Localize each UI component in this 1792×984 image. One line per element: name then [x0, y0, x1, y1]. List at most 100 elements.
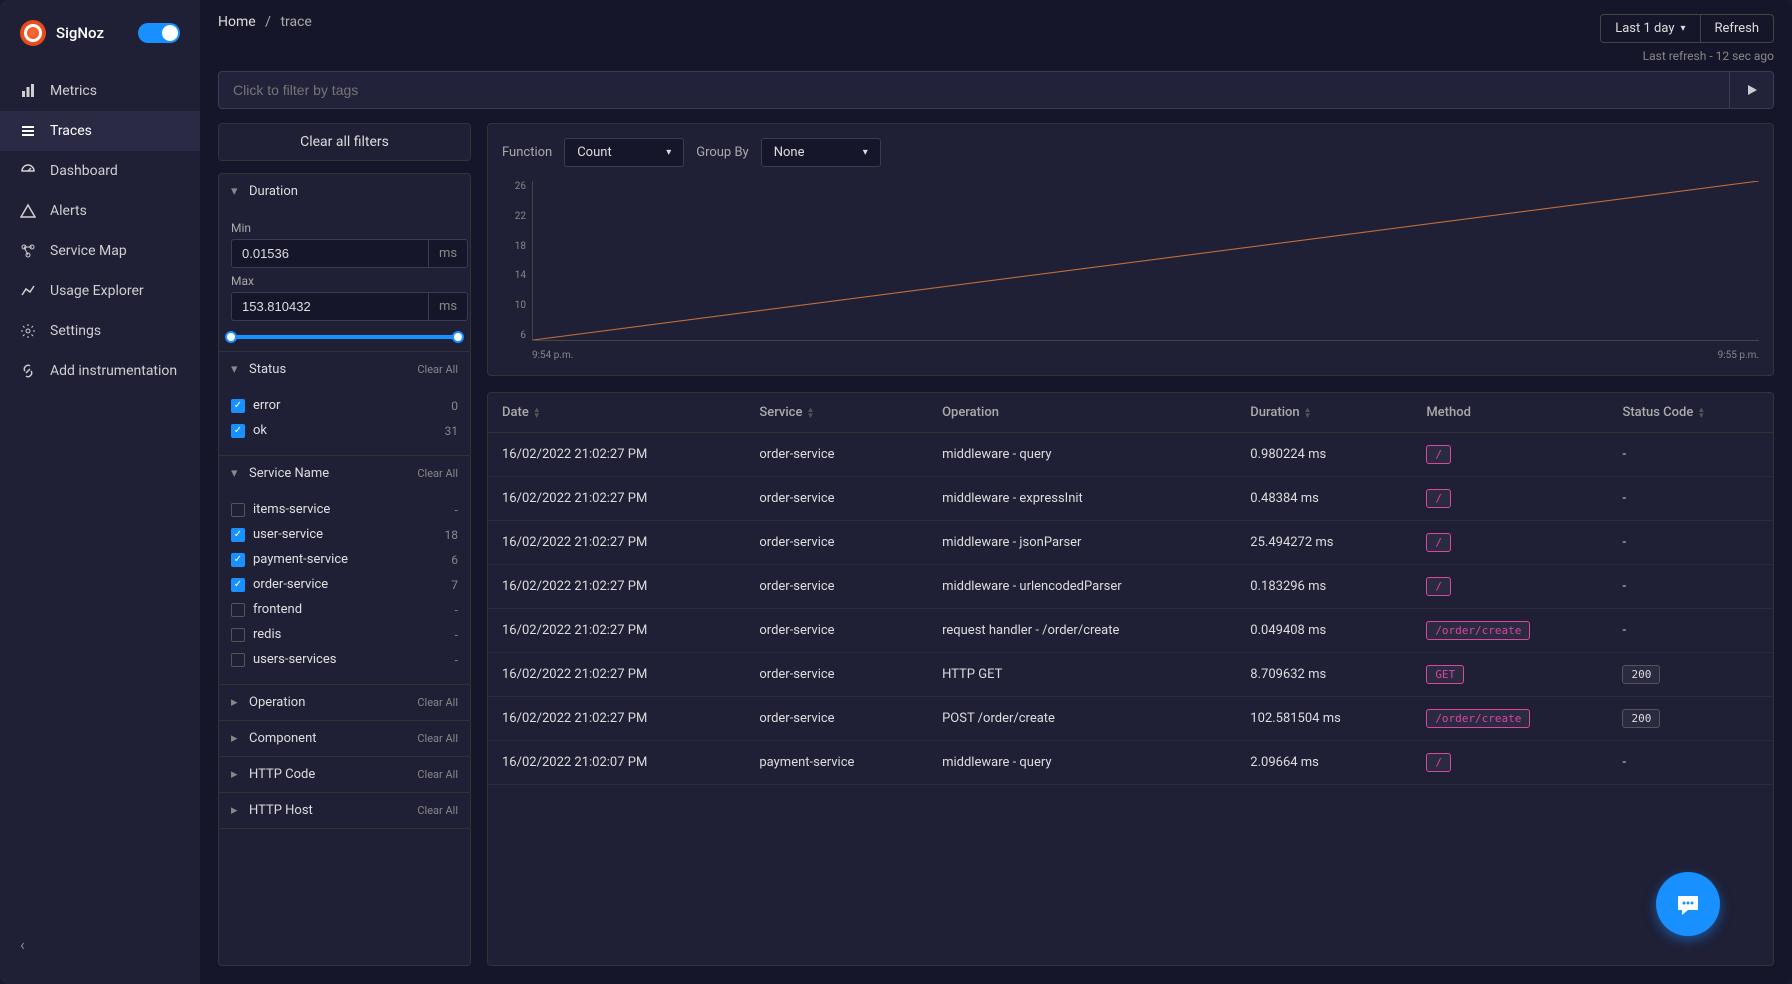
slider-handle-min[interactable] [225, 331, 237, 343]
col-duration[interactable]: Duration▲▼ [1236, 393, 1412, 433]
unit-ms: ms [428, 239, 468, 268]
duration-min-input[interactable] [231, 239, 428, 268]
col-status-code[interactable]: Status Code▲▼ [1608, 393, 1773, 433]
checkbox[interactable] [231, 653, 245, 667]
cell-status: - [1608, 609, 1773, 653]
cell-method: / [1412, 565, 1608, 609]
function-select[interactable]: Count ▾ [564, 138, 684, 167]
cell-date: 16/02/2022 21:02:27 PM [488, 521, 745, 565]
chat-support-button[interactable] [1656, 872, 1720, 936]
filter-status: ▾Status Clear All error0ok31 [219, 352, 470, 456]
status-code-tag: 200 [1622, 709, 1660, 728]
nav-metrics[interactable]: Metrics [0, 71, 200, 111]
x-tick: 9:54 p.m. [532, 350, 573, 361]
refresh-button[interactable]: Refresh [1700, 15, 1773, 42]
nav-traces[interactable]: Traces [0, 111, 200, 151]
nav-service-map[interactable]: Service Map [0, 231, 200, 271]
nav-dashboard[interactable]: Dashboard [0, 151, 200, 191]
checkbox[interactable] [231, 553, 245, 567]
clear-http-host-link[interactable]: Clear All [417, 804, 458, 817]
table-row[interactable]: 16/02/2022 21:02:27 PMorder-servicereque… [488, 609, 1773, 653]
cell-duration: 0.183296 ms [1236, 565, 1412, 609]
filter-operation: ▸Operation Clear All [219, 685, 470, 721]
checkbox-label: frontend [253, 602, 302, 617]
cell-date: 16/02/2022 21:02:27 PM [488, 433, 745, 477]
checkbox[interactable] [231, 424, 245, 438]
method-tag: /order/create [1426, 709, 1530, 728]
checkbox-label: user-service [253, 527, 323, 542]
run-search-button[interactable] [1730, 71, 1774, 109]
checkbox-count: - [455, 603, 458, 617]
sidebar-toggle[interactable] [138, 23, 180, 43]
checkbox-count: - [455, 653, 458, 667]
checkbox[interactable] [231, 628, 245, 642]
cell-service: order-service [745, 565, 928, 609]
breadcrumb-home[interactable]: Home [218, 14, 256, 30]
checkbox[interactable] [231, 503, 245, 517]
cell-duration: 8.709632 ms [1236, 653, 1412, 697]
col-date[interactable]: Date▲▼ [488, 393, 745, 433]
filter-service-header[interactable]: ▾Service Name Clear All [219, 456, 470, 491]
cell-operation: HTTP GET [928, 653, 1236, 697]
filter-component-header[interactable]: ▸Component Clear All [219, 721, 470, 756]
cell-method: GET [1412, 653, 1608, 697]
breadcrumb-current: trace [280, 14, 311, 30]
table-row[interactable]: 16/02/2022 21:02:27 PMorder-servicemiddl… [488, 565, 1773, 609]
table-row[interactable]: 16/02/2022 21:02:27 PMorder-servicemiddl… [488, 521, 1773, 565]
select-value: Count [577, 145, 611, 160]
table-row[interactable]: 16/02/2022 21:02:27 PMorder-servicemiddl… [488, 477, 1773, 521]
filter-duration-header[interactable]: ▾Duration [219, 174, 470, 209]
nav-settings[interactable]: Settings [0, 311, 200, 351]
duration-slider[interactable] [231, 335, 458, 339]
chat-icon [1672, 888, 1704, 920]
clear-service-link[interactable]: Clear All [417, 467, 458, 480]
clear-operation-link[interactable]: Clear All [417, 696, 458, 709]
cell-operation: middleware - query [928, 741, 1236, 785]
checkbox[interactable] [231, 578, 245, 592]
time-range-select[interactable]: Last 1 day ▾ [1601, 15, 1699, 42]
filter-title: HTTP Host [249, 803, 313, 818]
nav-list: Metrics Traces Dashboard Alerts Service … [0, 71, 200, 391]
table-row[interactable]: 16/02/2022 21:02:27 PMorder-servicePOST … [488, 697, 1773, 741]
tag-filter-input[interactable] [218, 71, 1730, 109]
nav-add-instrumentation[interactable]: Add instrumentation [0, 351, 200, 391]
max-label: Max [231, 274, 458, 288]
cell-status: - [1608, 433, 1773, 477]
table-row[interactable]: 16/02/2022 21:02:27 PMorder-serviceHTTP … [488, 653, 1773, 697]
method-tag: / [1426, 445, 1451, 464]
checkbox-count: 18 [445, 528, 459, 542]
y-tick: 10 [502, 300, 526, 311]
filter-status-header[interactable]: ▾Status Clear All [219, 352, 470, 387]
filter-http-code: ▸HTTP Code Clear All [219, 757, 470, 793]
filter-http-host-header[interactable]: ▸HTTP Host Clear All [219, 793, 470, 828]
collapse-sidebar-icon[interactable]: ‹ [20, 935, 25, 954]
checkbox-label: users-services [253, 652, 336, 667]
nav-alerts[interactable]: Alerts [0, 191, 200, 231]
chevron-down-icon: ▾ [666, 147, 671, 158]
groupby-select[interactable]: None▾ [761, 138, 881, 167]
clear-status-link[interactable]: Clear All [417, 363, 458, 376]
checkbox[interactable] [231, 603, 245, 617]
table-row[interactable]: 16/02/2022 21:02:27 PMorder-servicemiddl… [488, 433, 1773, 477]
filter-service-name: ▾Service Name Clear All items-service-us… [219, 456, 470, 685]
method-tag: / [1426, 489, 1451, 508]
filter-operation-header[interactable]: ▸Operation Clear All [219, 685, 470, 720]
clear-http-code-link[interactable]: Clear All [417, 768, 458, 781]
breadcrumb: Home / trace [218, 14, 312, 30]
checkbox[interactable] [231, 399, 245, 413]
filter-http-code-header[interactable]: ▸HTTP Code Clear All [219, 757, 470, 792]
clear-component-link[interactable]: Clear All [417, 732, 458, 745]
nav-usage-explorer[interactable]: Usage Explorer [0, 271, 200, 311]
table-row[interactable]: 16/02/2022 21:02:07 PMpayment-servicemid… [488, 741, 1773, 785]
dashboard-icon [20, 163, 36, 179]
col-service[interactable]: Service▲▼ [745, 393, 928, 433]
method-tag: GET [1426, 665, 1464, 684]
cell-service: order-service [745, 697, 928, 741]
clear-all-filters-button[interactable]: Clear all filters [218, 123, 471, 161]
checkbox[interactable] [231, 528, 245, 542]
traces-table: Date▲▼ Service▲▼ Operation Duration▲▼ Me… [487, 392, 1774, 966]
duration-max-input[interactable] [231, 292, 428, 321]
slider-handle-max[interactable] [452, 331, 464, 343]
nav-label: Dashboard [50, 163, 118, 179]
cell-duration: 2.09664 ms [1236, 741, 1412, 785]
